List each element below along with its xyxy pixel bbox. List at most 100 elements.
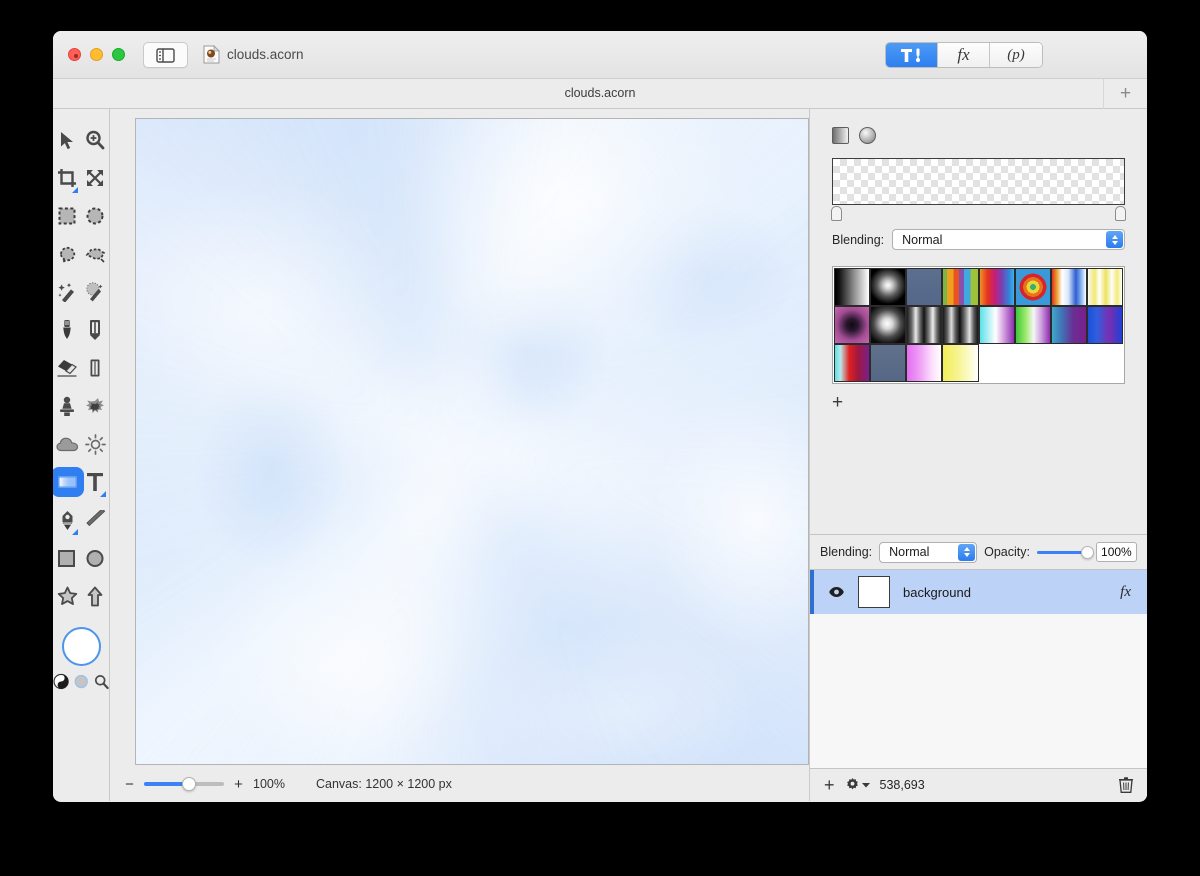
gradient-blending-select[interactable]: Normal	[892, 229, 1125, 250]
gradient-preset-sunset-spectrum[interactable]	[978, 268, 1015, 306]
gradient-stop-left[interactable]	[831, 206, 842, 221]
star-shape-icon	[57, 586, 77, 605]
gradient-preset-yellow-white-stripes[interactable]	[1086, 268, 1123, 306]
close-button[interactable]	[68, 48, 81, 61]
tab-filters[interactable]: fx	[938, 43, 990, 67]
sidebar-toggle-button[interactable]	[143, 42, 188, 68]
gradient-preset-radial-bullseye[interactable]	[1014, 268, 1051, 306]
gradient-preset-magenta-radial-dark[interactable]	[834, 306, 871, 344]
polygon-lasso-tool[interactable]	[81, 235, 109, 273]
gradient-preset-metal-stripes-1[interactable]	[906, 306, 943, 344]
radial-gradient-button[interactable]	[859, 127, 876, 144]
circle-swatch-icon[interactable]	[74, 673, 89, 690]
document-proxy-icon-and-title[interactable]: clouds.acorn	[203, 45, 304, 64]
opacity-slider[interactable]	[1036, 545, 1094, 559]
tab-presets[interactable]: (p)	[990, 43, 1042, 67]
tab-tools[interactable]	[886, 43, 938, 67]
gradient-preset-green-white-purple[interactable]	[1014, 306, 1051, 344]
zoom-tool[interactable]	[81, 121, 109, 159]
layer-options-gear-button[interactable]	[845, 777, 870, 793]
instant-alpha-tool[interactable]	[81, 273, 109, 311]
crop-tool[interactable]	[53, 159, 81, 197]
rectangular-selection-tool[interactable]	[53, 197, 81, 235]
gradient-preset-slate-blue-flat[interactable]	[906, 268, 943, 306]
star-tool[interactable]	[53, 577, 81, 615]
gradient-preview[interactable]	[832, 158, 1125, 205]
brightness-tool[interactable]	[81, 425, 109, 463]
pencil-tool[interactable]	[81, 311, 109, 349]
clone-stamp-tool[interactable]	[53, 387, 81, 425]
text-submenu-triangle-icon[interactable]	[100, 491, 106, 497]
magic-wand-tool[interactable]	[53, 273, 81, 311]
image-canvas[interactable]	[135, 118, 809, 765]
zoom-in-button[interactable]: +	[233, 776, 244, 793]
add-gradient-preset-button[interactable]: +	[832, 393, 1125, 412]
zoom-out-button[interactable]: −	[124, 776, 135, 793]
smudge-tool[interactable]	[81, 349, 109, 387]
gradient-stop-track[interactable]	[831, 205, 1126, 225]
gradient-preset-blue-violet-blue[interactable]	[1086, 306, 1123, 344]
gradient-preset-yellow-to-white[interactable]	[942, 344, 979, 382]
elliptical-selection-tool[interactable]	[81, 197, 109, 235]
ellipse-tool[interactable]	[81, 539, 109, 577]
fx-label: fx	[957, 45, 970, 64]
gradient-preset-cyan-red-purple[interactable]	[834, 344, 871, 382]
gradient-tool[interactable]	[53, 463, 84, 501]
gradient-preset-rainbow-stripes[interactable]	[942, 268, 979, 306]
zoom-slider-knob[interactable]	[182, 777, 196, 791]
gradient-type-buttons	[832, 127, 1125, 144]
chevron-updown-icon[interactable]	[958, 543, 976, 561]
brush-tool[interactable]	[53, 311, 81, 349]
magnifier-plus-icon	[86, 130, 105, 150]
crop-submenu-triangle-icon[interactable]	[72, 187, 78, 193]
foreground-color-well[interactable]	[61, 627, 101, 666]
gradient-preset-black-to-white[interactable]	[834, 268, 871, 306]
add-layer-button[interactable]: +	[824, 775, 835, 796]
arrow-shape-icon	[87, 586, 103, 606]
gradient-preset-steel-blue-flat[interactable]	[870, 344, 907, 382]
layer-fx-button[interactable]: fx	[1120, 584, 1131, 601]
marquee-rect-icon	[58, 207, 76, 225]
eraser-tool[interactable]	[53, 349, 81, 387]
eye-visibility-icon[interactable]	[828, 586, 845, 598]
zoom-button[interactable]	[112, 48, 125, 61]
linear-gradient-button[interactable]	[832, 127, 849, 144]
gradient-preset-radial-white-glow[interactable]	[870, 268, 907, 306]
opacity-value-field[interactable]: 100%	[1095, 542, 1137, 562]
inspector-mode-segmented-control[interactable]: fx (p)	[885, 42, 1043, 68]
pen-submenu-triangle-icon[interactable]	[72, 529, 78, 535]
tab-clouds-acorn[interactable]: clouds.acorn	[53, 86, 1147, 100]
dodge-burn-tool[interactable]	[81, 387, 109, 425]
polygon-lasso-icon	[85, 248, 105, 263]
zoom-slider[interactable]	[144, 777, 224, 791]
line-tool[interactable]	[81, 501, 109, 539]
gradient-preset-cyan-white-purple[interactable]	[978, 306, 1015, 344]
lasso-tool[interactable]	[53, 235, 81, 273]
gradient-preset-red-white-blue-bars[interactable]	[1050, 268, 1087, 306]
magnifier-icon[interactable]	[94, 673, 109, 691]
gear-icon	[846, 777, 858, 789]
delete-layer-button[interactable]	[1119, 777, 1133, 793]
gradient-stop-right[interactable]	[1115, 206, 1126, 221]
gradient-preset-radial-soft-white[interactable]	[870, 306, 907, 344]
table-row[interactable]: background fx	[810, 570, 1147, 614]
text-tool[interactable]	[81, 463, 109, 501]
transform-tool[interactable]	[81, 159, 109, 197]
opacity-slider-knob[interactable]	[1080, 545, 1094, 559]
move-tool[interactable]	[53, 121, 81, 159]
chevron-updown-icon[interactable]	[1106, 231, 1123, 248]
cloud-tool[interactable]	[53, 425, 81, 463]
gradient-preset-magenta-to-white[interactable]	[906, 344, 943, 382]
gradient-preset-metal-stripes-2[interactable]	[942, 306, 979, 344]
minimize-button[interactable]	[90, 48, 103, 61]
bezier-pen-tool[interactable]	[53, 501, 81, 539]
arrow-tool[interactable]	[81, 577, 109, 615]
layer-blending-select[interactable]: Normal	[879, 541, 978, 563]
yin-yang-icon[interactable]	[53, 672, 69, 691]
new-tab-button[interactable]: +	[1103, 79, 1147, 109]
layer-name-label[interactable]: background	[903, 585, 971, 600]
gradient-preset-teal-to-purple[interactable]	[1050, 306, 1087, 344]
layer-thumbnail[interactable]	[858, 576, 890, 608]
layer-controls-row: Blending: Normal Opacity: 100%	[810, 535, 1147, 570]
rectangle-tool[interactable]	[53, 539, 81, 577]
